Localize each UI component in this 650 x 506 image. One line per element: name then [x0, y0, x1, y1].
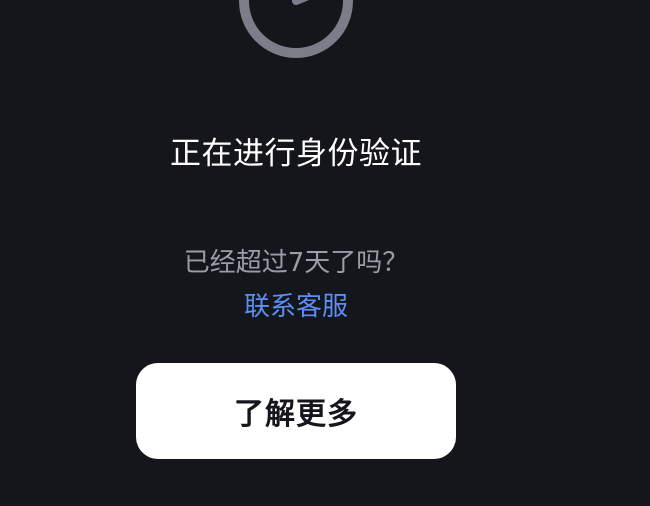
learn-more-button[interactable]: 了解更多 — [136, 363, 456, 459]
timer-icon — [239, 0, 353, 58]
contact-support-link[interactable]: 联系客服 — [0, 290, 592, 324]
verification-screen: 正在进行身份验证 已经超过7天了吗？ 联系客服 了解更多 — [0, 0, 650, 506]
waiting-question: 已经超过7天了吗？ — [183, 248, 409, 278]
page-title: 正在进行身份验证 — [170, 136, 422, 172]
